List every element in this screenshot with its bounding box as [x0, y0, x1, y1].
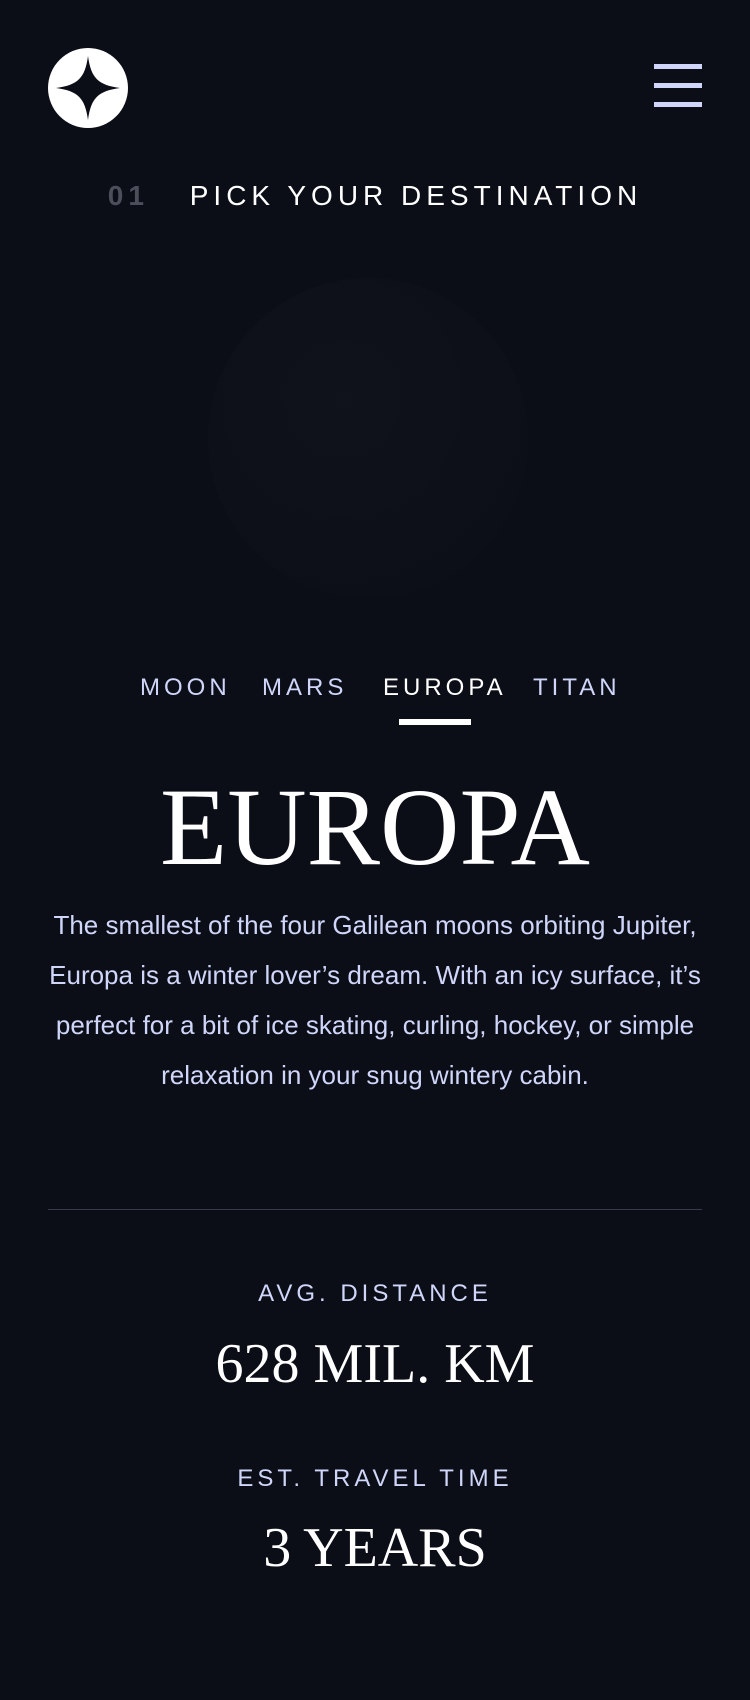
distance-value: 628 MIL. KM: [215, 1333, 535, 1395]
destination-description: The smallest of the four Galilean moons …: [49, 910, 701, 1090]
destination-tabs: MOON MARS EUROPA TITAN: [0, 670, 750, 726]
tab-europa[interactable]: EUROPA: [383, 670, 507, 726]
planet-europa-image: [208, 278, 528, 598]
star-logo-icon[interactable]: [48, 48, 128, 128]
menu-line: [654, 64, 702, 69]
travel-time-value: 3 YEARS: [263, 1517, 487, 1579]
travel-time-label: EST. TRAVEL TIME: [237, 1465, 513, 1492]
section-title: PICK YOUR DESTINATION: [189, 180, 643, 211]
tab-mars[interactable]: MARS: [262, 670, 347, 726]
destination-name: EUROPA: [160, 766, 590, 888]
active-tab-indicator: [399, 719, 471, 725]
menu-line: [654, 83, 702, 88]
tab-titan[interactable]: TITAN: [533, 670, 621, 726]
hamburger-menu-icon[interactable]: [654, 64, 702, 108]
distance-label: AVG. DISTANCE: [258, 1280, 492, 1307]
section-divider: [48, 1209, 702, 1210]
section-number: 01: [107, 180, 149, 211]
tab-moon[interactable]: MOON: [140, 670, 231, 726]
page-section-heading: 01 PICK YOUR DESTINATION: [0, 178, 750, 214]
menu-line: [654, 102, 702, 107]
star-logo-shape: [56, 56, 120, 120]
site-header: [0, 0, 750, 176]
